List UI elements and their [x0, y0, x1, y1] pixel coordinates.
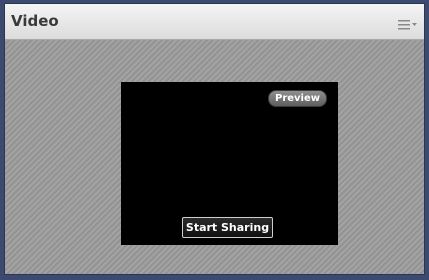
pod-options-menu-icon[interactable] [398, 16, 418, 30]
pod-header: Video [5, 4, 424, 40]
preview-badge: Preview [267, 90, 327, 107]
video-pod: Video Preview Start Sharing [4, 3, 425, 275]
pod-title: Video [11, 12, 59, 30]
pod-body: Preview Start Sharing [5, 40, 424, 274]
start-sharing-button[interactable]: Start Sharing [182, 217, 273, 238]
video-preview-area: Preview Start Sharing [121, 82, 338, 245]
